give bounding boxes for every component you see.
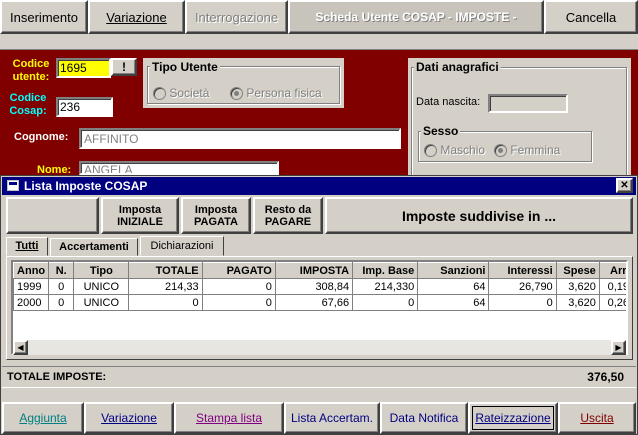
imposte-suddivise-button[interactable]: Imposte suddivise in ... [325,197,633,234]
blank-button[interactable] [6,197,99,234]
tipo-utente-title: Tipo Utente [150,60,220,74]
maschio-label: Maschio [440,143,486,157]
grid-header-row: Anno N. Tipo TOTALE PAGATO IMPOSTA Imp. … [13,262,626,279]
stampa-lista-button[interactable]: Stampa lista [174,402,284,434]
col-pagato[interactable]: PAGATO [201,262,276,279]
nome-field[interactable]: ANGELA [79,161,279,175]
maschio-radio-icon [424,144,437,158]
cell-tipo: UNICO [73,294,130,311]
col-arr[interactable]: Arr. [598,262,626,279]
arrow-left-icon[interactable]: ◀ [13,340,28,355]
cell-sanzioni: 64 [417,294,490,311]
tab-accertamenti[interactable]: Accertamenti [50,238,138,256]
persona-fisica-label: Persona fisica [246,86,322,100]
cell-sanzioni: 64 [417,278,490,295]
cell-interessi: 0 [488,294,557,311]
col-spese[interactable]: Spese [555,262,600,279]
resto-da-pagare-button[interactable]: Resto da PAGARE [253,197,323,234]
codice-utente-label: Codice utente: [12,58,50,83]
codice-cosap-field[interactable]: 236 [56,97,113,117]
totale-bar: TOTALE IMPOSTE: 376,50 [2,366,636,388]
col-totale[interactable]: TOTALE [128,262,203,279]
cell-spese: 3,620 [555,278,600,295]
societa-radio-icon [153,87,166,101]
femmina-label: Femmina [510,143,561,157]
societa-radio[interactable]: Società [153,86,210,101]
cell-imp-base: 0 [352,294,419,311]
toolbar-separator [0,34,638,50]
femmina-radio[interactable]: Femmina [494,143,561,158]
table-row[interactable]: 2000 0 UNICO 0 0 67,66 0 64 0 3,620 0,26 [13,294,626,311]
lista-imposte-dialog: Lista Imposte COSAP ✕ Imposta INIZIALE I… [0,175,638,435]
cell-imposta: 308,84 [274,278,354,295]
cell-imp-base: 214,330 [352,278,419,295]
sesso-title: Sesso [421,124,461,138]
close-icon[interactable]: ✕ [616,178,633,193]
imposta-pagata-button[interactable]: Imposta PAGATA [181,197,251,234]
cell-imposta: 67,66 [274,294,354,311]
dati-anagrafici-group: Dati anagrafici Data nascita: Sesso Masc… [408,58,631,175]
rateizzazione-button[interactable]: Rateizzazione [468,402,558,434]
col-tipo[interactable]: Tipo [73,262,130,279]
dati-anagrafici-title: Dati anagrafici [414,60,501,74]
col-interessi[interactable]: Interessi [488,262,557,279]
col-sanzioni[interactable]: Sanzioni [417,262,490,279]
tab-tutti[interactable]: Tutti [6,237,48,256]
persona-fisica-radio[interactable]: Persona fisica [230,86,322,101]
variazione-list-button[interactable]: Variazione [84,402,174,434]
codice-cosap-label: Codice Cosap: [9,92,47,117]
cell-arr: 0,26 [598,294,626,311]
grid-scrollbar[interactable]: ◀ ▶ [13,340,626,355]
societa-label: Società [169,86,210,100]
cognome-label: Cognome: [14,131,69,143]
uscita-button[interactable]: Uscita [558,402,636,434]
cell-totale: 0 [128,294,203,311]
arrow-right-icon[interactable]: ▶ [611,340,626,355]
cancella-button[interactable]: Cancella [544,0,638,34]
femmina-radio-icon [494,144,507,158]
imposta-iniziale-button[interactable]: Imposta INIZIALE [101,197,179,234]
dialog-title: Lista Imposte COSAP [24,179,148,193]
codice-utente-field[interactable]: 1695 [56,58,111,78]
cell-totale: 214,33 [128,278,203,295]
data-nascita-label: Data nascita: [416,96,481,108]
cell-n: 0 [48,278,75,295]
dialog-titlebar: Lista Imposte COSAP ✕ [2,177,636,195]
cell-interessi: 26,790 [488,278,557,295]
data-nascita-field[interactable] [488,94,568,113]
col-n[interactable]: N. [48,262,75,279]
tipo-utente-group: Tipo Utente Società Persona fisica [143,58,344,108]
window-title: Scheda Utente COSAP - IMPOSTE - [288,0,544,34]
maschio-radio[interactable]: Maschio [424,143,486,158]
col-imp-base[interactable]: Imp. Base [352,262,419,279]
col-imposta[interactable]: IMPOSTA [274,262,354,279]
cell-arr: 0,19 [598,278,626,295]
cell-pagato: 0 [201,278,276,295]
cognome-field[interactable]: AFFINITO [79,128,401,149]
cell-pagato: 0 [201,294,276,311]
inserimento-button[interactable]: Inserimento [0,0,88,34]
cell-spese: 3,620 [555,294,600,311]
persona-fisica-radio-icon [230,87,243,101]
cell-n: 0 [48,294,75,311]
aggiunta-button[interactable]: Aggiunta [2,402,84,434]
totale-value: 376,50 [587,370,624,384]
data-notifica-button[interactable]: Data Notifica [380,402,468,434]
interrogazione-button[interactable]: Interrogazione [185,0,288,34]
window-icon [7,180,19,191]
lista-accertam-button[interactable]: Lista Accertam. [284,402,380,434]
cell-tipo: UNICO [73,278,130,295]
totale-label: TOTALE IMPOSTE: [7,371,107,383]
codice-lookup-button[interactable]: ! [111,58,137,76]
tab-dichiarazioni[interactable]: Dichiarazioni [140,236,224,256]
cell-anno: 1999 [13,278,50,295]
table-row[interactable]: 1999 0 UNICO 214,33 0 308,84 214,330 64 … [13,278,626,295]
cell-anno: 2000 [13,294,50,311]
variazione-button[interactable]: Variazione [88,0,185,34]
col-anno[interactable]: Anno [13,262,50,279]
